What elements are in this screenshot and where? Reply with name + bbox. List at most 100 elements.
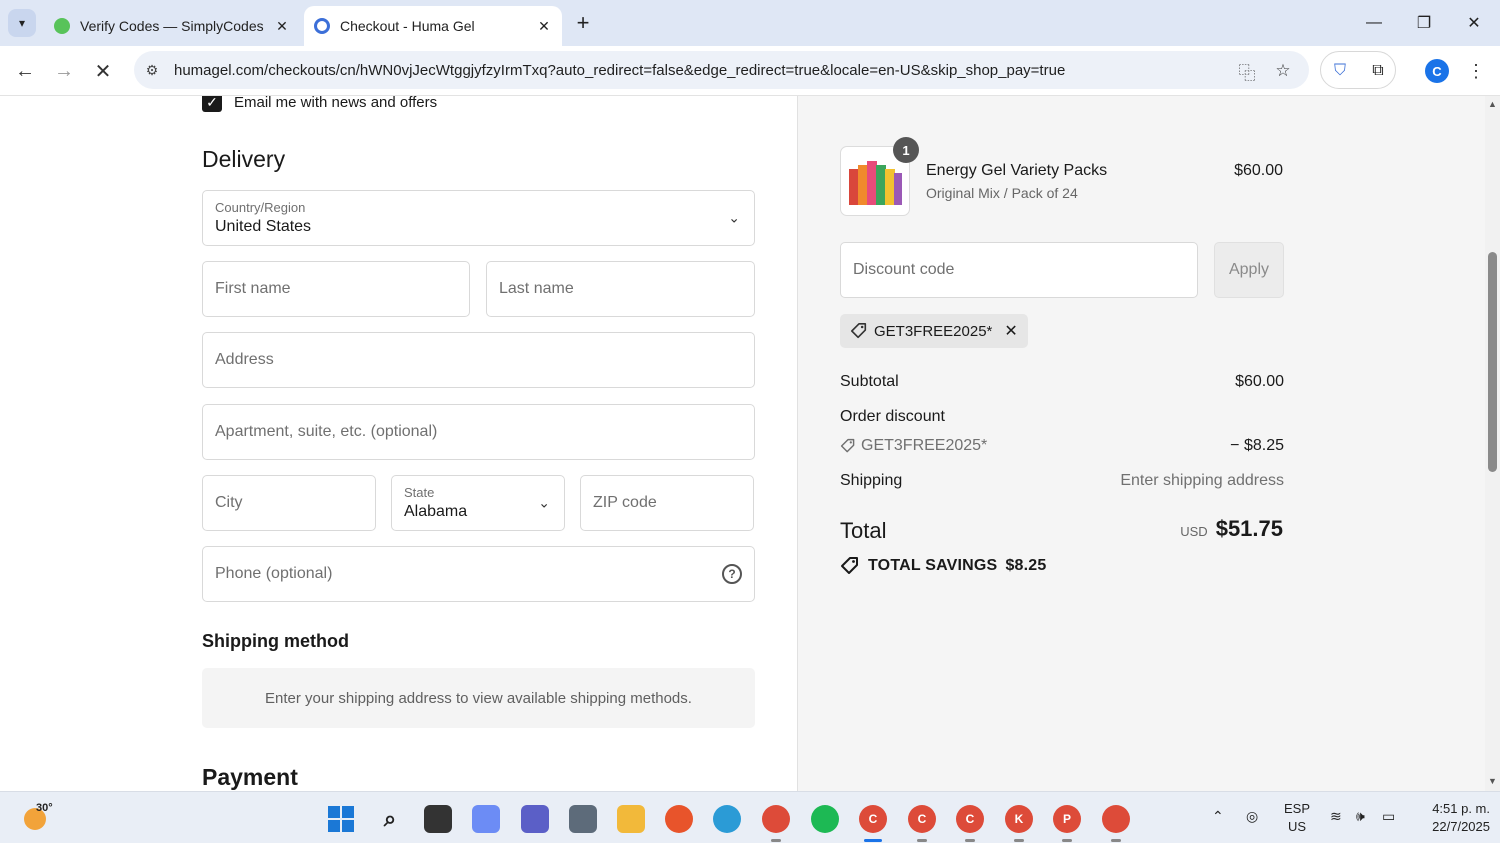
product-variant: Original Mix / Pack of 24: [926, 185, 1078, 201]
state-value: Alabama: [404, 503, 468, 520]
shipping-label: Shipping: [840, 472, 903, 489]
chevron-down-icon: ⌄: [728, 209, 740, 226]
scroll-down-icon[interactable]: ▼: [1488, 776, 1497, 786]
restore-button[interactable]: ❐: [1404, 8, 1444, 38]
country-select[interactable]: Country/Region United States ⌄: [202, 190, 755, 246]
order-discount-code: GET3FREE2025*: [861, 437, 988, 454]
tab-verify-codes[interactable]: Verify Codes — SimplyCodes ✕: [44, 6, 300, 46]
discount-code-field[interactable]: Discount code: [840, 242, 1198, 298]
page-scrollbar[interactable]: ▲ ▼: [1485, 96, 1500, 791]
weather-widget[interactable]: 30°: [22, 802, 56, 832]
apartment-field[interactable]: Apartment, suite, etc. (optional): [202, 404, 755, 460]
address-field[interactable]: Address: [202, 332, 755, 388]
help-question-icon[interactable]: ?: [722, 564, 742, 584]
tab-search-button[interactable]: ▾: [8, 9, 36, 37]
quantity-badge: 1: [893, 137, 919, 163]
running-indicator: [771, 839, 781, 842]
active-indicator: [864, 839, 882, 842]
city-field[interactable]: City: [202, 475, 376, 531]
subtotal-label: Subtotal: [840, 373, 899, 390]
scroll-thumb[interactable]: [1488, 252, 1497, 472]
applied-code: GET3FREE2025*: [874, 322, 993, 340]
tab-strip: ▾ Verify Codes — SimplyCodes ✕ Checkout …: [0, 0, 1500, 46]
chrome-profile-icon[interactable]: [1102, 805, 1130, 833]
first-name-field[interactable]: First name: [202, 261, 470, 317]
zip-field[interactable]: ZIP code: [580, 475, 754, 531]
savings-label: TOTAL SAVINGS: [868, 557, 998, 574]
order-discount-label: Order discount: [840, 408, 945, 425]
close-window-button[interactable]: ✕: [1454, 8, 1494, 38]
bookmark-star-icon[interactable]: ☆: [1272, 60, 1294, 82]
wifi-icon[interactable]: ≋: [1330, 808, 1342, 825]
url-text[interactable]: humagel.com/checkouts/cn/hWN0vjJecWtggjy…: [174, 62, 1065, 79]
teams-icon[interactable]: [521, 805, 549, 833]
checkbox-checked-icon[interactable]: ✓: [202, 96, 222, 112]
zip-placeholder: ZIP code: [593, 494, 657, 511]
search-icon[interactable]: ⌕: [376, 805, 404, 833]
last-name-field[interactable]: Last name: [486, 261, 755, 317]
fingerprint-icon[interactable]: ◎: [1246, 808, 1258, 825]
new-tab-button[interactable]: +: [570, 10, 596, 36]
tab-checkout[interactable]: Checkout - Huma Gel ✕: [304, 6, 562, 46]
chrome-icon[interactable]: [762, 805, 790, 833]
running-indicator: [917, 839, 927, 842]
apply-button[interactable]: Apply: [1214, 242, 1284, 298]
chrome-profile-icon[interactable]: K: [1005, 805, 1033, 833]
city-placeholder: City: [215, 494, 243, 511]
calculator-icon[interactable]: [569, 805, 597, 833]
loading-favicon-icon: [314, 18, 330, 34]
delivery-heading: Delivery: [202, 146, 286, 172]
forward-button[interactable]: →: [49, 56, 79, 86]
chrome-profile-icon[interactable]: C: [956, 805, 984, 833]
state-select[interactable]: State Alabama ⌄: [391, 475, 565, 531]
total-currency: USD: [1180, 524, 1208, 539]
profile-avatar[interactable]: C: [1425, 59, 1449, 83]
system-clock[interactable]: 4:51 p. m. 22/7/2025: [1410, 800, 1490, 836]
tab-title: Checkout - Huma Gel: [340, 18, 475, 34]
remove-discount-icon[interactable]: ✕: [1004, 321, 1017, 341]
translate-icon[interactable]: ⿻: [1236, 60, 1258, 83]
shipping-method-heading: Shipping method: [202, 631, 349, 651]
applied-discount-chip: GET3FREE2025* ✕: [840, 314, 1028, 348]
windows-taskbar: 30° ⌕ C C C K P ⌃ ◎ ESP US ≋ 🕪 ▭ 4:51 p.…: [0, 791, 1500, 843]
chrome-profile-icon[interactable]: C: [908, 805, 936, 833]
savings-value: $8.25: [1005, 557, 1047, 574]
subtotal-row: Subtotal $60.00: [840, 373, 1284, 391]
file-explorer-icon[interactable]: [617, 805, 645, 833]
phone-field[interactable]: Phone (optional) ?: [202, 546, 755, 602]
close-tab-icon[interactable]: ✕: [270, 14, 294, 38]
start-windows-icon[interactable]: [327, 805, 355, 833]
shield-extension-icon[interactable]: ⛉: [1329, 60, 1351, 82]
minimize-button[interactable]: —: [1354, 8, 1394, 38]
total-value: USD $51.75: [1180, 516, 1283, 542]
battery-icon[interactable]: ▭: [1382, 808, 1395, 825]
chrome-profile-icon[interactable]: P: [1053, 805, 1081, 833]
address-bar[interactable]: ⚙ humagel.com/checkouts/cn/hWN0vjJecWtgg…: [134, 51, 1309, 89]
shipping-value: Enter shipping address: [1120, 472, 1284, 489]
firefox-icon[interactable]: [665, 805, 693, 833]
task-view-icon[interactable]: [424, 805, 452, 833]
payment-heading: Payment: [202, 764, 298, 790]
state-label: State: [404, 485, 435, 500]
edge-icon[interactable]: [713, 805, 741, 833]
email-opt-in[interactable]: ✓ Email me with news and offers: [202, 96, 437, 112]
shipping-method-notice: Enter your shipping address to view avai…: [202, 668, 755, 728]
back-button[interactable]: ←: [10, 56, 40, 86]
browser-toolbar: ← → ✕ ⚙ humagel.com/checkouts/cn/hWN0vjJ…: [0, 46, 1500, 96]
show-hidden-icons-chevron-icon[interactable]: ⌃: [1212, 808, 1224, 825]
stop-loading-button[interactable]: ✕: [88, 56, 118, 86]
site-info-icon[interactable]: ⚙: [142, 60, 162, 80]
order-summary: 1 Energy Gel Variety Packs Original Mix …: [797, 96, 1485, 791]
copilot-icon[interactable]: [472, 805, 500, 833]
product-price: $60.00: [1234, 162, 1283, 179]
extensions-puzzle-icon[interactable]: ⧉: [1367, 60, 1389, 82]
volume-icon[interactable]: 🕪: [1356, 808, 1365, 825]
weather-temp: 30°: [36, 802, 53, 814]
input-language[interactable]: ESP US: [1280, 800, 1314, 836]
scroll-up-icon[interactable]: ▲: [1488, 99, 1497, 109]
browser-menu-icon[interactable]: ⋮: [1466, 57, 1486, 85]
spotify-icon[interactable]: [811, 805, 839, 833]
chrome-profile-icon[interactable]: C: [859, 805, 887, 833]
close-tab-icon[interactable]: ✕: [532, 14, 556, 38]
tab-title: Verify Codes — SimplyCodes: [80, 18, 264, 34]
